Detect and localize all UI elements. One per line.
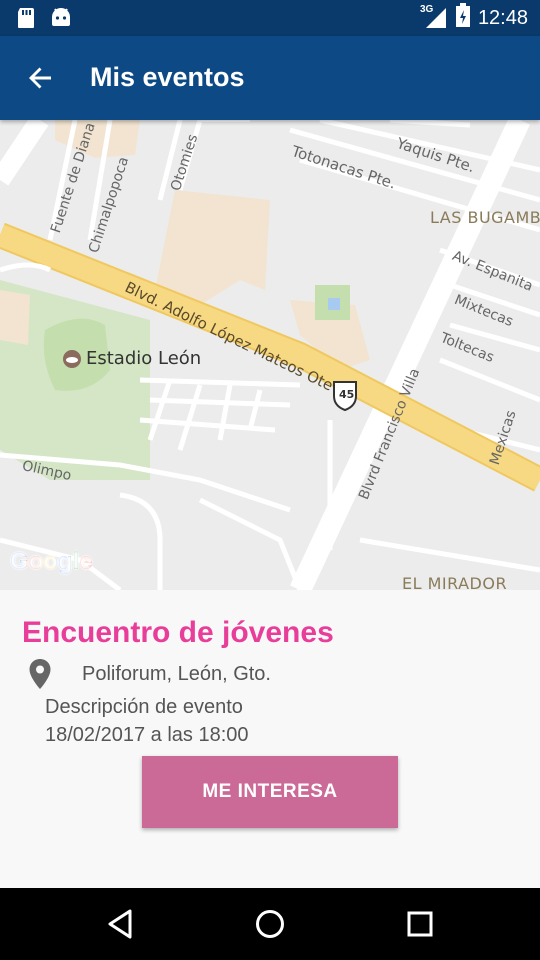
map-label-las-bugamb: LAS BUGAMB <box>430 208 540 227</box>
google-logo-text: Google <box>10 548 93 575</box>
page-title: Mis eventos <box>90 62 245 92</box>
map-label-estadio: Estadio León <box>86 348 202 369</box>
battery-icon <box>455 3 470 33</box>
estadio-poi[interactable]: Estadio León <box>62 348 201 369</box>
event-date: 18/02/2017 a las 18:00 <box>45 724 249 746</box>
status-bar: 3G 12:48 <box>0 0 540 36</box>
arrow-back-icon[interactable] <box>20 58 60 98</box>
location-pin-icon <box>28 658 52 695</box>
stadium-icon <box>62 349 82 369</box>
clock: 12:48 <box>477 6 528 29</box>
map-view[interactable]: Totonacas Pte. Yaquis Pte. Fuente de Dia… <box>0 120 540 590</box>
me-interesa-button[interactable]: ME INTERESA <box>142 756 398 828</box>
nav-recents-icon[interactable] <box>402 906 438 942</box>
google-logo: Google <box>10 548 93 576</box>
event-card: Encuentro de jóvenes Poliforum, León, Gt… <box>0 590 540 888</box>
nav-back-icon[interactable] <box>102 906 138 942</box>
signal-icon: 3G <box>419 4 448 30</box>
map-label-el-mirador: EL MIRADOR <box>402 574 508 590</box>
app-bar: Mis eventos <box>0 36 540 120</box>
event-description: Descripción de evento <box>45 696 243 718</box>
network-type: 3G <box>419 4 434 15</box>
android-icon <box>50 7 72 34</box>
event-title: Encuentro de jóvenes <box>22 616 334 649</box>
event-location: Poliforum, León, Gto. <box>82 663 271 685</box>
sd-card-icon <box>16 7 36 34</box>
nav-home-icon[interactable] <box>252 906 288 942</box>
navigation-bar <box>0 888 540 960</box>
route-shield-number: 45 <box>339 388 355 401</box>
